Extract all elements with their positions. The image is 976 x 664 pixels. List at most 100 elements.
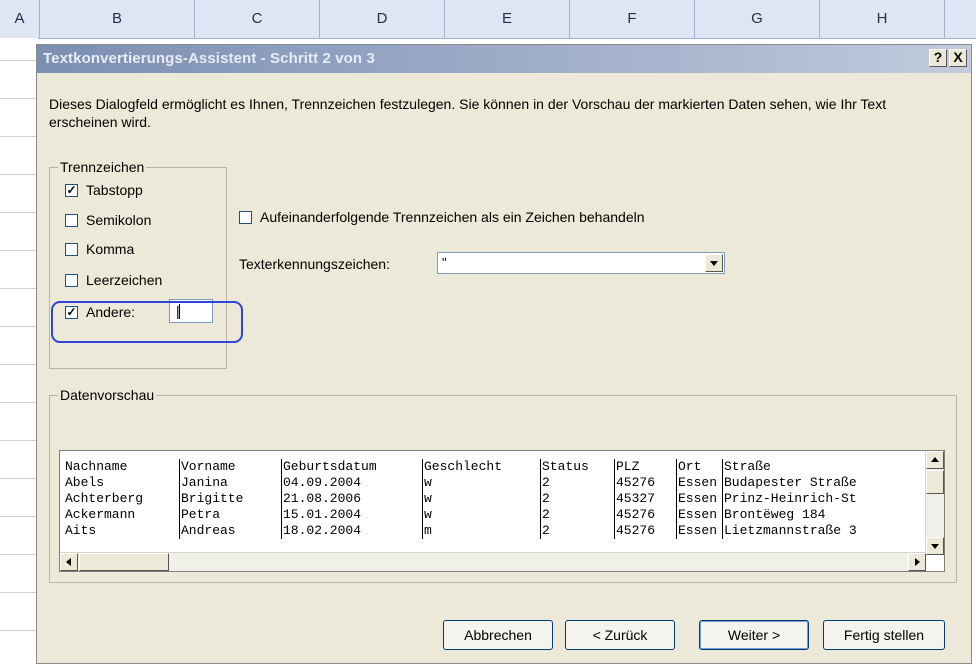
horizontal-scrollbar[interactable]	[60, 552, 926, 571]
comma-checkbox[interactable]	[65, 242, 78, 256]
column-header-d[interactable]: D	[320, 0, 445, 38]
preview-header-row: Nachname Vorname Geburtsdatum Geschlecht…	[64, 459, 873, 475]
preview-row: Ackermann Petra 15.01.2004 w 2 45276 Ess…	[64, 507, 873, 523]
preview-cell: Essen	[677, 523, 723, 539]
preview-cell: 18.02.2004	[282, 523, 423, 539]
preview-row: Achterberg Brigitte 21.08.2006 w 2 45327…	[64, 491, 873, 507]
row-divider	[0, 60, 38, 61]
chevron-down-icon	[710, 261, 718, 266]
preview-cell: Essen	[677, 507, 723, 523]
preview-header-cell: Vorname	[180, 459, 282, 475]
cancel-button[interactable]: Abbrechen	[443, 620, 553, 650]
preview-cell: w	[423, 491, 541, 507]
preview-row: Aits Andreas 18.02.2004 m 2 45276 Essen …	[64, 523, 873, 539]
space-checkbox[interactable]	[65, 273, 78, 287]
title-bar[interactable]: Textkonvertierungs-Assistent - Schritt 2…	[37, 45, 971, 73]
text-qualifier-value: "	[442, 255, 447, 270]
row-divider	[0, 516, 38, 517]
column-header-h[interactable]: H	[820, 0, 945, 38]
scroll-left-button[interactable]	[60, 553, 78, 571]
preview-cell: 04.09.2004	[282, 475, 423, 491]
column-header-g[interactable]: G	[695, 0, 820, 38]
next-button[interactable]: Weiter >	[699, 620, 809, 650]
preview-cell: Achterberg	[64, 491, 180, 507]
tab-checkbox-row[interactable]: ✓ Tabstopp	[65, 182, 143, 198]
help-button[interactable]: ?	[929, 49, 947, 67]
scroll-down-button[interactable]	[926, 537, 944, 555]
preview-header-cell: Status	[541, 459, 615, 475]
data-preview-legend: Datenvorschau	[58, 387, 157, 403]
column-header-bar: A B C D E F G H	[0, 0, 976, 39]
preview-cell: Budapester Straße	[724, 475, 857, 490]
text-qualifier-dropdown-button[interactable]	[705, 254, 723, 272]
consecutive-checkbox-row[interactable]: Aufeinanderfolgende Trennzeichen als ein…	[239, 209, 645, 225]
semicolon-label: Semikolon	[86, 212, 152, 228]
row-divider	[0, 478, 38, 479]
preview-cell: Ackermann	[64, 507, 180, 523]
vertical-scrollbar[interactable]	[925, 451, 944, 555]
dialog-title: Textkonvertierungs-Assistent - Schritt 2…	[43, 50, 375, 67]
preview-cell: Essen	[677, 475, 723, 491]
preview-cell: 45276	[615, 475, 677, 491]
scroll-up-button[interactable]	[926, 451, 944, 469]
row-divider	[0, 136, 38, 137]
preview-row: Abels Janina 04.09.2004 w 2 45276 Essen …	[64, 475, 873, 491]
arrow-down-icon	[931, 544, 939, 549]
preview-cell: Aits	[64, 523, 180, 539]
row-area	[0, 38, 38, 664]
preview-table: Nachname Vorname Geburtsdatum Geschlecht…	[64, 459, 873, 539]
row-divider	[0, 554, 38, 555]
comma-checkbox-row[interactable]: Komma	[65, 241, 134, 257]
row-divider	[0, 212, 38, 213]
preview-cell: w	[423, 507, 541, 523]
preview-header-cell: Ort	[677, 459, 723, 475]
preview-cell: m	[423, 523, 541, 539]
back-button[interactable]: < Zurück	[565, 620, 675, 650]
column-header-e[interactable]: E	[445, 0, 570, 38]
data-preview-box[interactable]: Nachname Vorname Geburtsdatum Geschlecht…	[59, 450, 945, 572]
preview-cell: Petra	[180, 507, 282, 523]
column-header-a[interactable]: A	[0, 0, 40, 38]
finish-button[interactable]: Fertig stellen	[823, 620, 945, 650]
horizontal-scroll-thumb[interactable]	[79, 553, 169, 571]
row-divider	[0, 440, 38, 441]
column-header-c[interactable]: C	[195, 0, 320, 38]
text-qualifier-select[interactable]: "	[437, 252, 725, 274]
highlight-annotation	[51, 301, 243, 343]
delimiters-legend: Trennzeichen	[58, 159, 147, 175]
preview-header-cell: Straße	[724, 459, 771, 474]
preview-header-cell: PLZ	[615, 459, 677, 475]
vertical-scroll-thumb[interactable]	[926, 470, 944, 494]
dialog-description: Dieses Dialogfeld ermöglicht es Ihnen, T…	[49, 96, 887, 130]
arrow-left-icon	[66, 558, 71, 566]
preview-cell: Essen	[677, 491, 723, 507]
column-header-f[interactable]: F	[570, 0, 695, 38]
preview-cell: Lietzmannstraße 3	[724, 523, 857, 538]
row-divider	[0, 402, 38, 403]
preview-cell: 2	[541, 507, 615, 523]
space-checkbox-row[interactable]: Leerzeichen	[65, 272, 162, 288]
preview-header-cell: Geburtsdatum	[282, 459, 423, 475]
tab-label: Tabstopp	[86, 182, 143, 198]
preview-cell: Abels	[64, 475, 180, 491]
row-divider	[0, 592, 38, 593]
text-import-wizard-dialog: Textkonvertierungs-Assistent - Schritt 2…	[36, 44, 972, 664]
preview-cell: Janina	[180, 475, 282, 491]
comma-label: Komma	[86, 241, 135, 257]
preview-cell: Prinz-Heinrich-St	[724, 491, 857, 506]
tab-checkbox[interactable]: ✓	[65, 183, 78, 197]
scroll-right-button[interactable]	[908, 553, 926, 571]
semicolon-checkbox-row[interactable]: Semikolon	[65, 212, 151, 228]
preview-cell: Brigitte	[180, 491, 282, 507]
column-header-b[interactable]: B	[40, 0, 195, 38]
preview-cell: 2	[541, 491, 615, 507]
row-divider	[0, 98, 38, 99]
preview-header-cell: Geschlecht	[423, 459, 541, 475]
row-divider	[0, 326, 38, 327]
preview-cell: 45276	[615, 507, 677, 523]
preview-cell: 45276	[615, 523, 677, 539]
consecutive-checkbox[interactable]	[239, 210, 252, 224]
semicolon-checkbox[interactable]	[65, 213, 78, 227]
row-divider	[0, 288, 38, 289]
close-button[interactable]: X	[949, 49, 967, 67]
